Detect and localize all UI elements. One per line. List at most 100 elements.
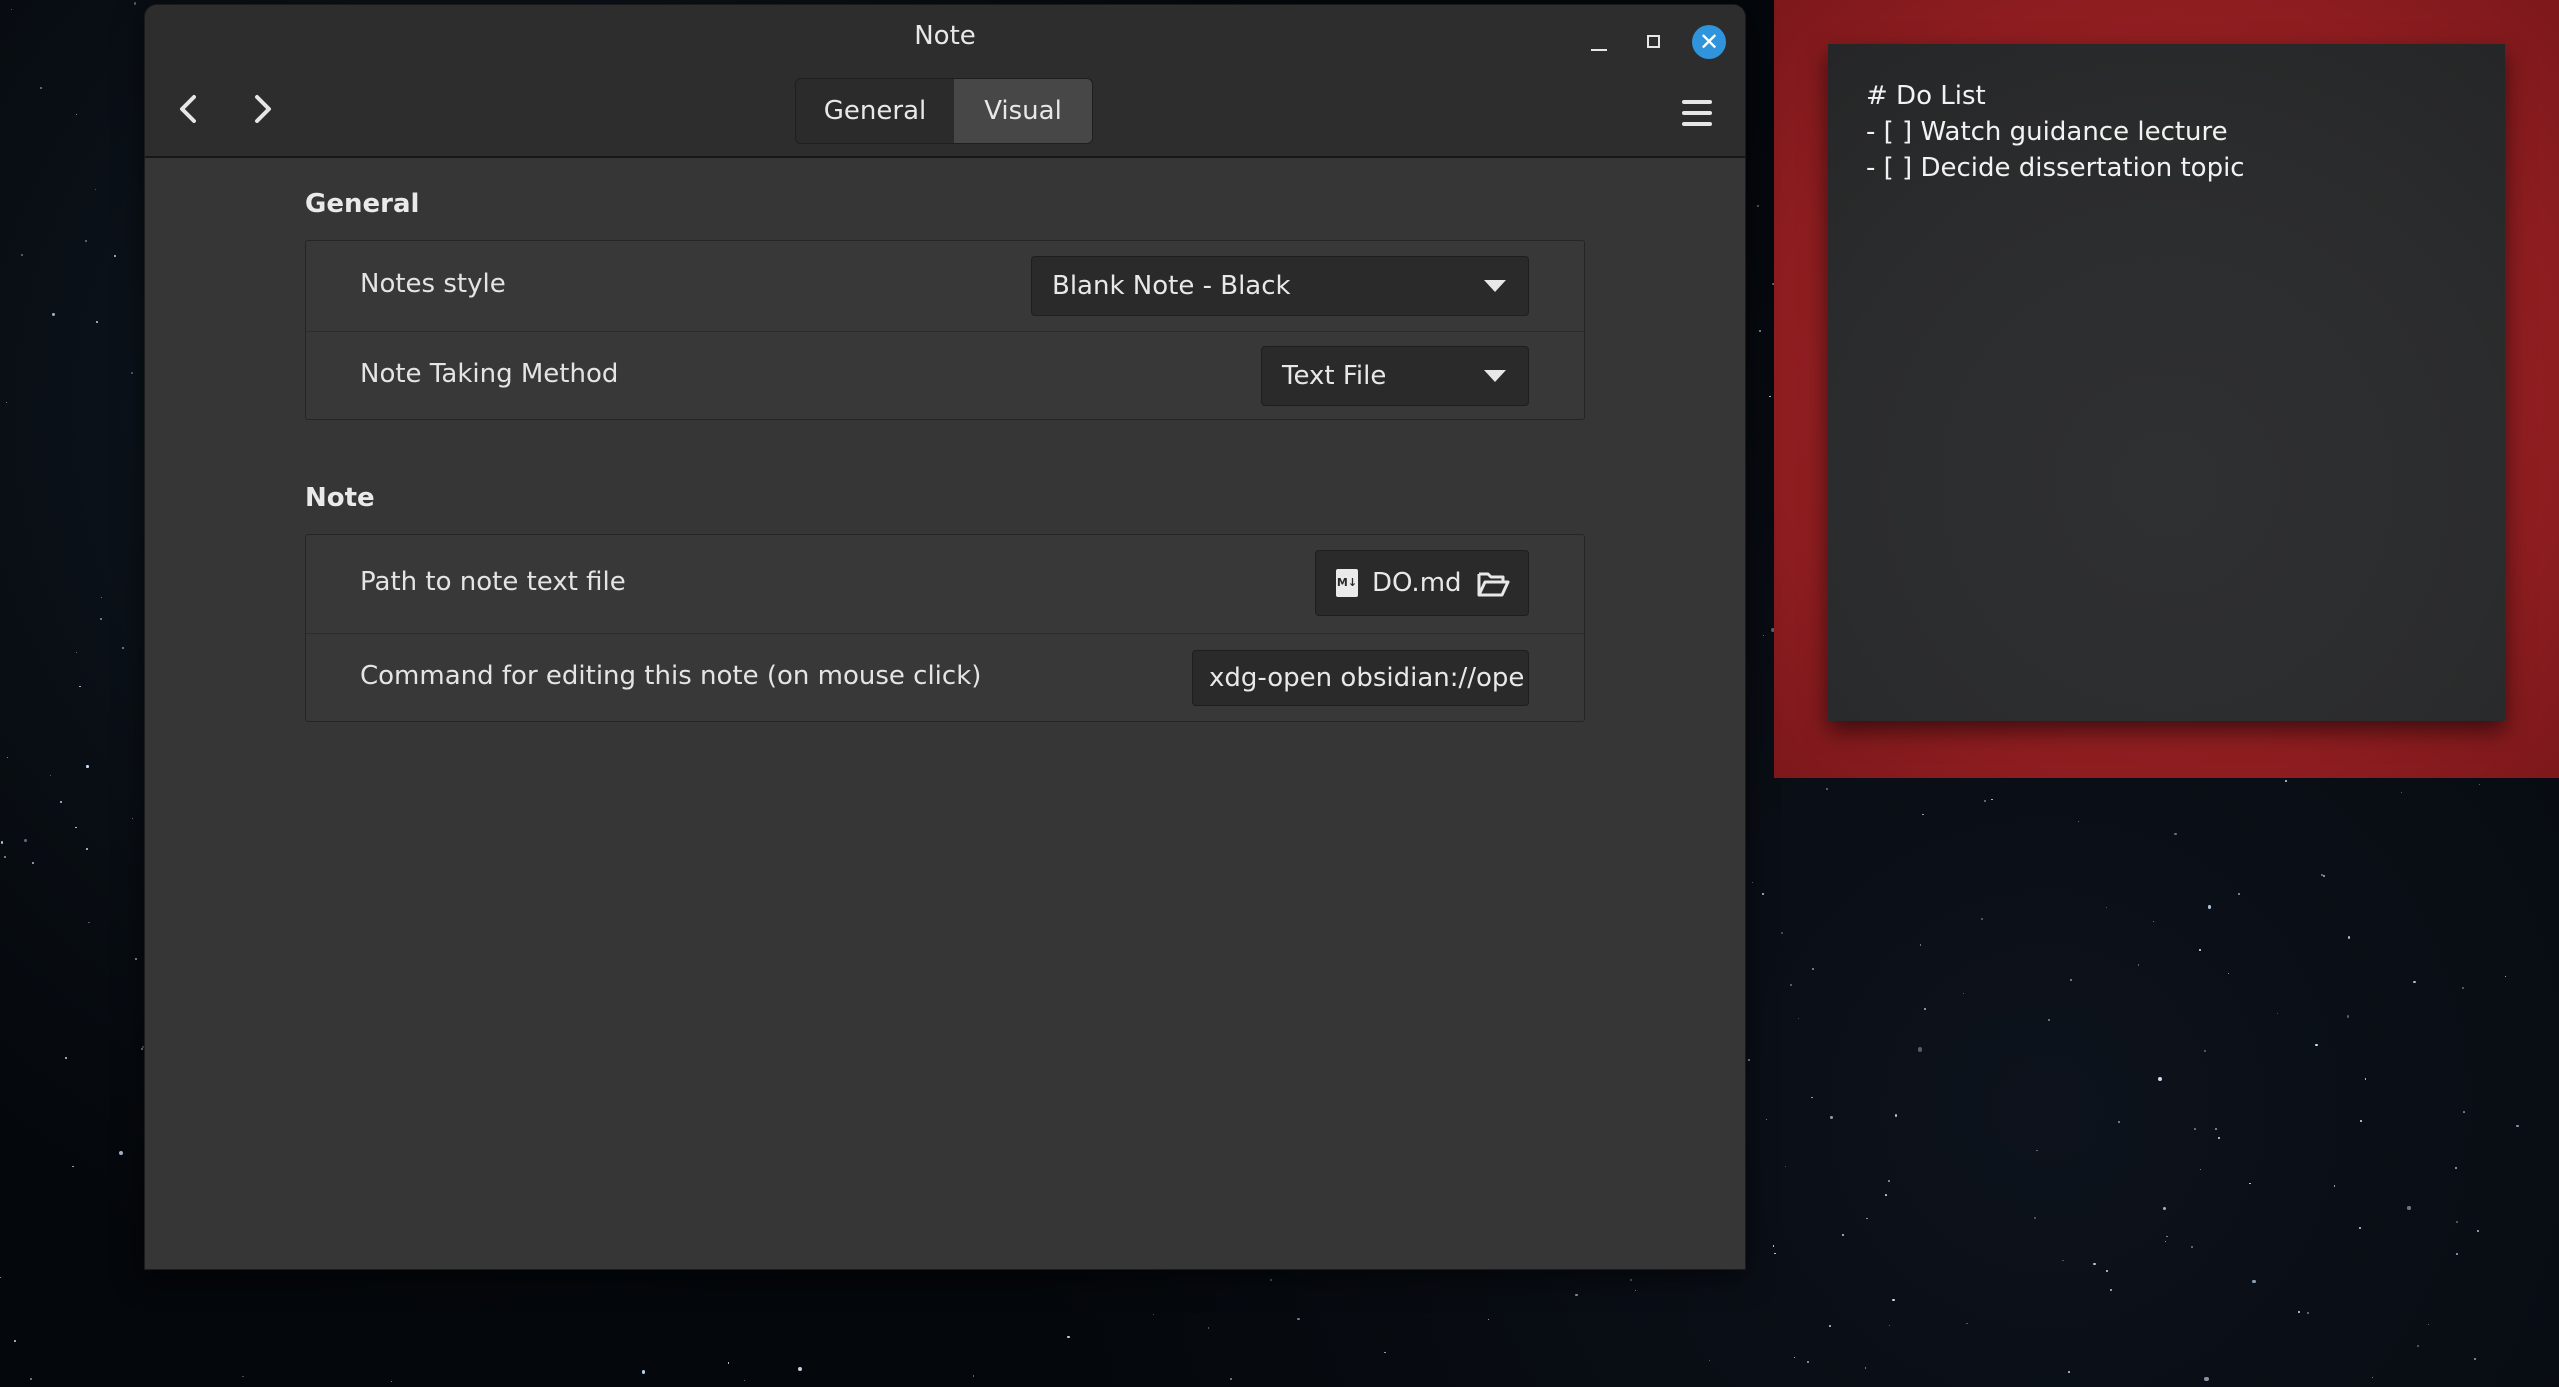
command-label: Command for editing this note (on mouse … <box>360 661 982 691</box>
star <box>2285 779 2288 782</box>
chevron-right-icon <box>255 95 271 123</box>
star <box>86 765 89 768</box>
close-button[interactable]: ✕ <box>1692 25 1726 59</box>
star <box>84 239 88 242</box>
notes-style-value: Blank Note - Black <box>1052 271 1291 301</box>
star <box>64 1056 67 1059</box>
maximize-icon <box>1647 35 1660 48</box>
star <box>2315 1043 2318 1047</box>
chevron-left-icon <box>180 95 196 123</box>
window-title: Note <box>914 21 976 51</box>
settings-window: Note General Visual ✕ General Notes styl… <box>145 5 1745 1269</box>
star <box>727 1362 730 1364</box>
star <box>2455 1252 2458 1255</box>
note-taking-method-value: Text File <box>1282 361 1387 391</box>
path-label: Path to note text file <box>360 567 626 597</box>
header-bar: Note General Visual ✕ <box>145 5 1745 158</box>
star <box>2062 1259 2064 1262</box>
hamburger-menu-icon[interactable] <box>1682 100 1712 126</box>
star <box>1747 1058 1750 1061</box>
star <box>1991 798 1993 801</box>
star <box>2067 1370 2070 1373</box>
star <box>14 1339 17 1342</box>
star <box>1866 1217 1868 1219</box>
star <box>2118 1121 2120 1123</box>
star <box>2174 832 2177 836</box>
star <box>1966 1322 1968 1325</box>
section-title-note: Note <box>305 483 375 513</box>
back-button[interactable] <box>167 87 211 131</box>
forward-button[interactable] <box>240 87 284 131</box>
star <box>1888 1180 1890 1182</box>
star <box>2199 1169 2201 1171</box>
star <box>133 2 136 5</box>
star <box>2462 1110 2465 1113</box>
star <box>2252 1279 2256 1283</box>
tab-switcher: General Visual <box>795 78 1093 144</box>
star <box>2516 1124 2519 1127</box>
star <box>2454 1166 2457 1169</box>
desklet-note[interactable]: # Do List - [ ] Watch guidance lecture -… <box>1828 44 2505 721</box>
note-taking-method-label: Note Taking Method <box>360 359 619 389</box>
star <box>2093 1263 2096 1266</box>
star <box>1152 1313 1154 1315</box>
minimize-button[interactable] <box>1582 25 1616 59</box>
star <box>2238 893 2240 895</box>
star <box>2416 1344 2420 1347</box>
notes-style-label: Notes style <box>360 269 506 299</box>
star <box>2190 1246 2193 1249</box>
star <box>4 855 7 858</box>
chevron-down-icon <box>1484 280 1506 292</box>
maximize-button[interactable] <box>1637 25 1671 59</box>
chevron-down-icon <box>1484 370 1506 382</box>
note-settings-group: Path to note text file M↓ DO.md Command … <box>305 534 1585 722</box>
star <box>94 188 96 190</box>
general-settings-group: Notes style Blank Note - Black Note Taki… <box>305 240 1585 420</box>
star <box>2476 1229 2480 1232</box>
star <box>1785 1165 1787 1167</box>
star <box>2199 948 2201 951</box>
star <box>2105 1269 2108 1272</box>
star <box>1811 968 1814 971</box>
command-row: Command for editing this note (on mouse … <box>306 633 1584 723</box>
star <box>2413 980 2416 983</box>
file-chooser-button[interactable]: M↓ DO.md <box>1315 550 1529 616</box>
star <box>5 401 7 403</box>
star <box>2203 1049 2207 1052</box>
desklet-line: # Do List <box>1866 81 1986 111</box>
star <box>10 8 12 10</box>
star <box>1829 1324 1832 1327</box>
star <box>2204 1376 2209 1382</box>
star <box>1983 799 1986 802</box>
tab-general[interactable]: General <box>796 79 954 143</box>
star <box>2109 1288 2112 1291</box>
notes-style-dropdown[interactable]: Blank Note - Black <box>1031 256 1529 316</box>
star <box>21 254 23 257</box>
desklet-line: - [ ] Watch guidance lecture <box>1866 117 2228 147</box>
path-row: Path to note text file M↓ DO.md <box>306 535 1584 633</box>
markdown-file-icon: M↓ <box>1336 569 1358 597</box>
star <box>1229 1378 1232 1381</box>
star <box>59 801 62 803</box>
star <box>29 1377 32 1380</box>
star <box>1759 330 1761 332</box>
star <box>2036 1149 2038 1151</box>
section-title-general: General <box>305 189 420 219</box>
close-icon: ✕ <box>1698 28 1720 56</box>
star <box>52 313 55 316</box>
note-taking-method-dropdown[interactable]: Text File <box>1261 346 1529 406</box>
command-input[interactable]: xdg-open obsidian://ope <box>1192 650 1529 706</box>
star <box>797 1366 802 1371</box>
star <box>1894 1114 1898 1117</box>
star <box>1297 1317 1300 1320</box>
star <box>2407 1206 2411 1210</box>
star <box>2105 906 2108 908</box>
star <box>1919 944 1922 946</box>
star <box>2207 905 2212 909</box>
star <box>2157 1076 2162 1081</box>
minimize-icon <box>1591 49 1607 51</box>
star <box>1923 1008 1926 1010</box>
star <box>2347 1015 2350 1018</box>
tab-visual[interactable]: Visual <box>954 79 1092 143</box>
star <box>85 847 89 850</box>
